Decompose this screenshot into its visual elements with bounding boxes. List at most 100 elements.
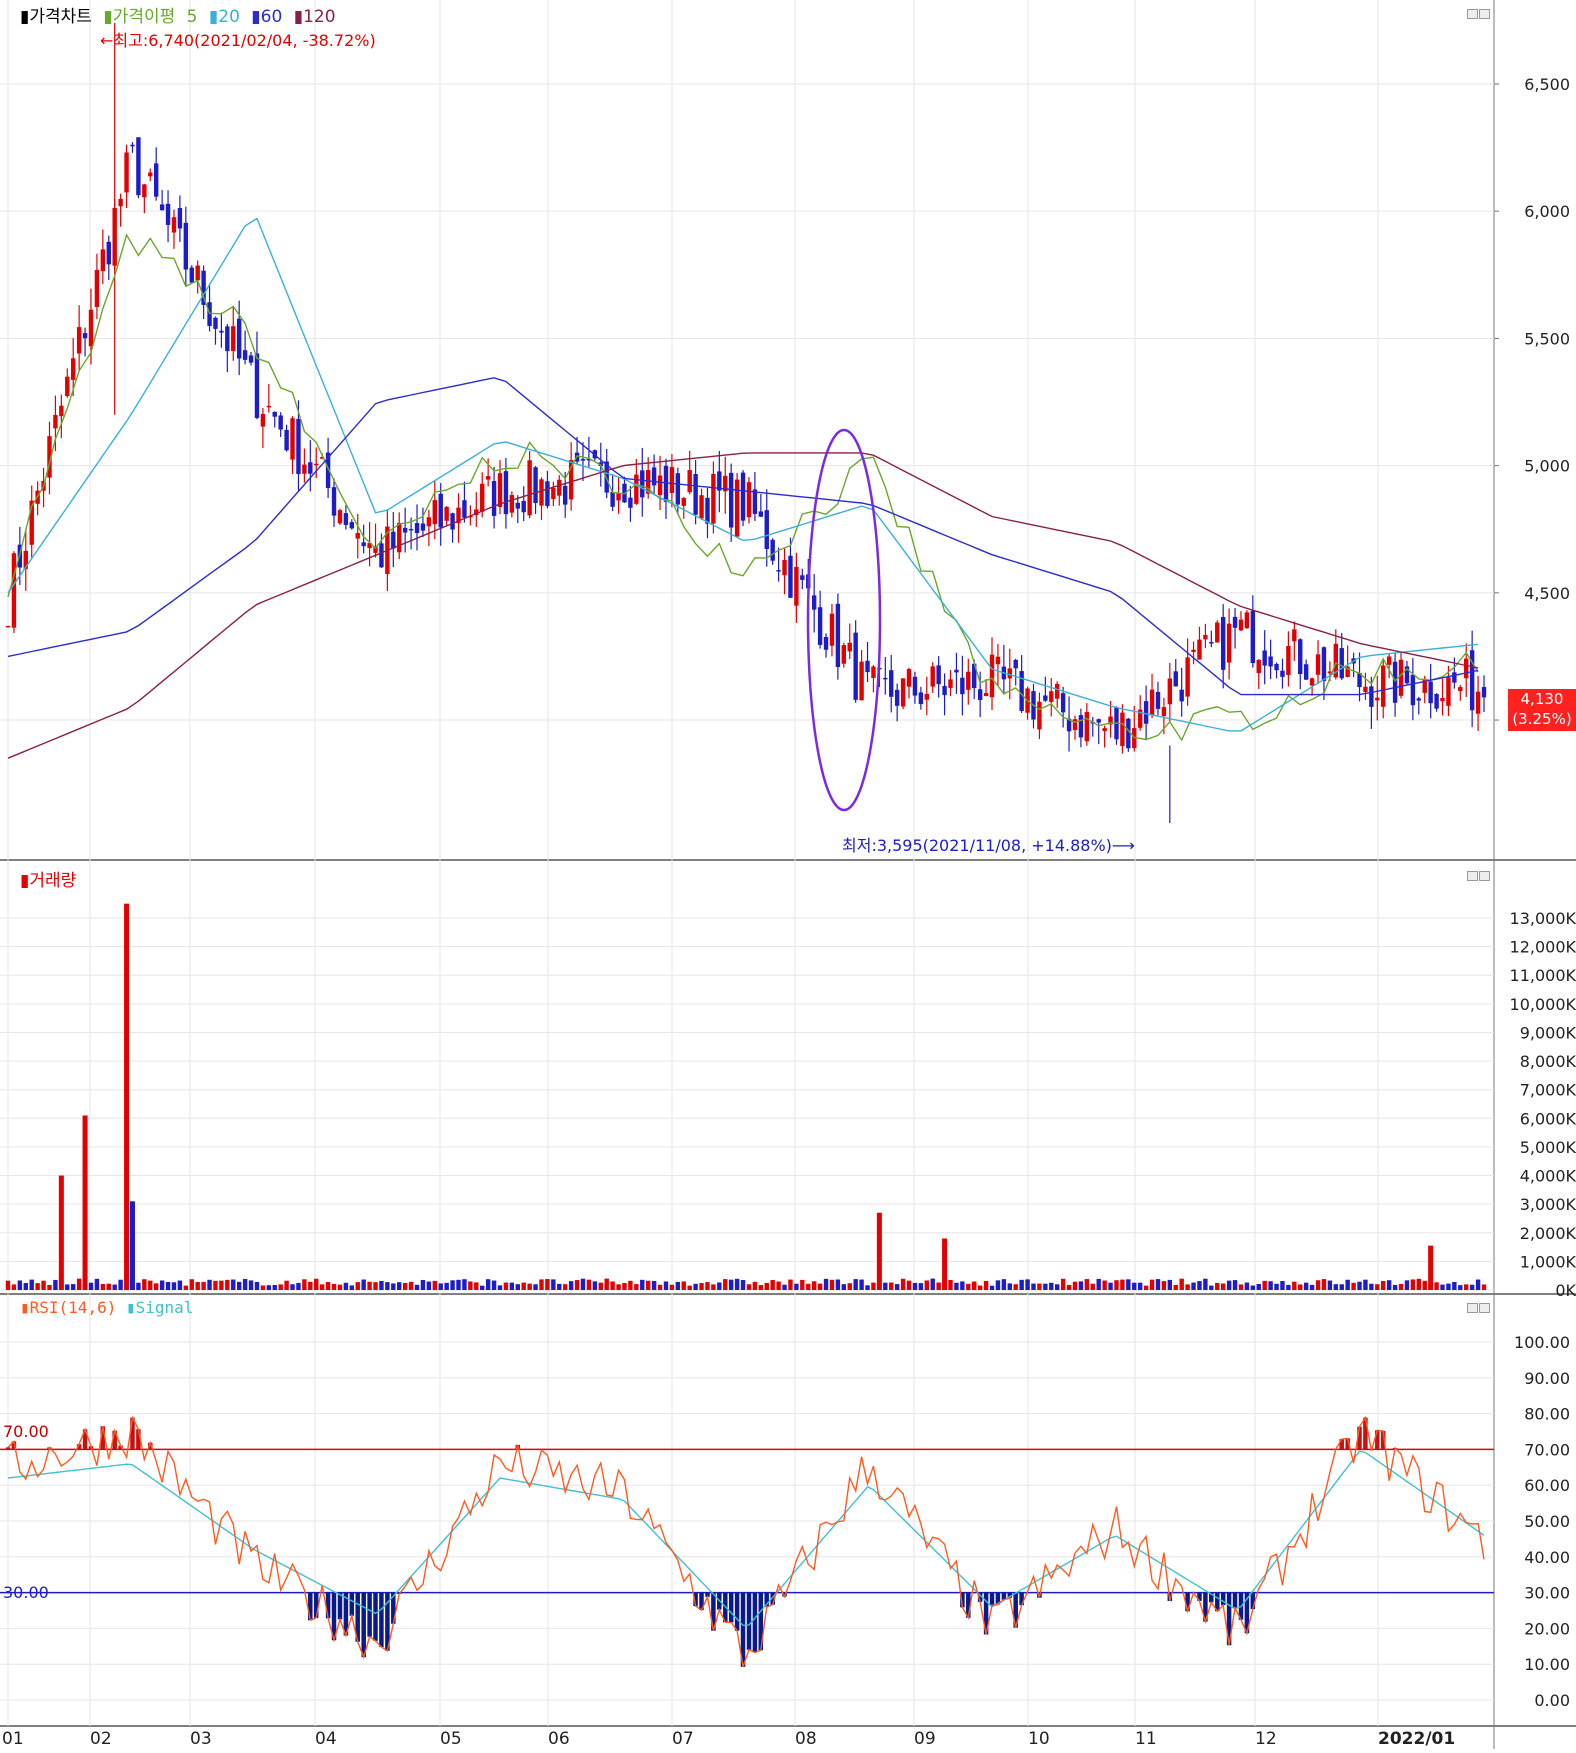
rsi-legend-title[interactable]: RSI(14,6) [30,1298,117,1317]
candle-body [1392,661,1398,703]
volume-bar [159,1280,165,1290]
volume-peak-bar [1428,1245,1434,1290]
ma5-legend[interactable]: 5 [187,7,198,27]
volume-bar [788,1279,793,1290]
candle-body [527,460,532,516]
volume-bar [177,1280,183,1290]
maximize-icon[interactable] [1479,9,1490,19]
candle-body [1416,698,1421,701]
volume-bar [545,1279,550,1290]
minimize-icon[interactable] [1467,1303,1478,1313]
legend-marker-ma60: ▮ [251,7,261,27]
candle-body [883,677,888,680]
ma60-legend[interactable]: 60 [261,7,283,27]
candle-body [1339,648,1344,679]
candle-body [924,693,929,700]
candle-body [1410,674,1416,706]
price-legend-title[interactable]: 가격차트 [29,7,92,27]
candle-body [106,241,111,265]
ma20-legend[interactable]: 20 [218,7,240,27]
volume-bar [468,1281,473,1290]
volume-bar [296,1282,301,1290]
maximize-icon[interactable] [1479,1303,1490,1313]
candle-body [438,493,443,528]
candle-body [1185,657,1190,697]
volume-bar [705,1282,710,1290]
maximize-icon[interactable] [1479,871,1490,881]
ma-legend-label[interactable]: 가격이평 [113,7,176,27]
candle-body [462,500,467,518]
candle-body [900,678,906,707]
volume-bar [521,1282,526,1290]
volume-legend-title[interactable]: 거래량 [29,871,76,891]
volume-bar [983,1280,989,1290]
rsi-tick-label: 90.00 [1524,1369,1570,1388]
candle-body [480,483,485,512]
volume-bar [94,1278,100,1290]
legend-marker-volume: ▮ [20,871,30,891]
candle-body [278,415,283,430]
candle-body [740,472,746,521]
candle-body [379,543,384,568]
candle-body [551,487,556,500]
volume-tick-label: 9,000K [1520,1023,1576,1042]
candle-body [1055,683,1060,699]
volume-bar [1262,1280,1267,1290]
volume-bar [1333,1284,1339,1290]
candle-body [219,330,224,333]
candle-body [977,689,983,700]
candle-body [88,309,94,347]
minimize-icon[interactable] [1467,9,1478,19]
candle-body [450,513,455,530]
minimize-icon[interactable] [1467,871,1478,881]
volume-bar [29,1279,34,1290]
candle-body [847,642,852,652]
volume-bar [474,1282,479,1290]
candle-body [811,595,817,610]
volume-bar [1298,1284,1303,1290]
rsi-lower-level-label: 30.00 [3,1583,49,1602]
volume-bar [1049,1282,1054,1290]
volume-bar [675,1281,681,1290]
candle-body [1375,697,1380,701]
volume-tick-label: 10,000K [1510,995,1576,1014]
candle-body [391,531,396,549]
price-panel-window-controls[interactable] [1467,4,1493,19]
candle-body [426,517,432,527]
candle-body [100,249,106,272]
volume-bar [491,1280,497,1290]
volume-panel-window-controls[interactable] [1467,866,1493,881]
candle-body [1220,616,1226,670]
page-background [0,0,1576,1749]
volume-bar [770,1280,775,1290]
volume-peak-bar [129,1201,135,1290]
rsi-panel-window-controls[interactable] [1467,1298,1493,1313]
volume-bar [509,1282,515,1290]
volume-bar [231,1279,236,1290]
volume-bar [1458,1285,1463,1290]
volume-bar [1055,1284,1060,1290]
candle-body [906,669,912,687]
volume-bar [438,1283,443,1290]
candle-body [355,533,360,539]
candle-body [1191,649,1196,652]
volume-bar [1084,1279,1090,1290]
volume-bar [385,1282,390,1290]
volume-bar [687,1285,692,1290]
volume-bar [551,1279,556,1290]
rsi-tick-label: 70.00 [1524,1440,1570,1459]
candle-body [746,482,752,518]
candle-body [770,539,775,561]
volume-bar [1475,1279,1481,1290]
ma120-legend[interactable]: 120 [303,7,335,27]
volume-bar [1185,1284,1190,1290]
volume-bar [604,1278,609,1290]
volume-bar [1250,1285,1256,1290]
signal-legend-title[interactable]: Signal [136,1298,194,1317]
volume-bar [711,1284,716,1290]
volume-tick-label: 1,000K [1520,1252,1576,1271]
volume-bar [88,1282,94,1290]
volume-bar [225,1279,230,1290]
candle-body [94,269,100,307]
volume-bar [53,1279,58,1290]
